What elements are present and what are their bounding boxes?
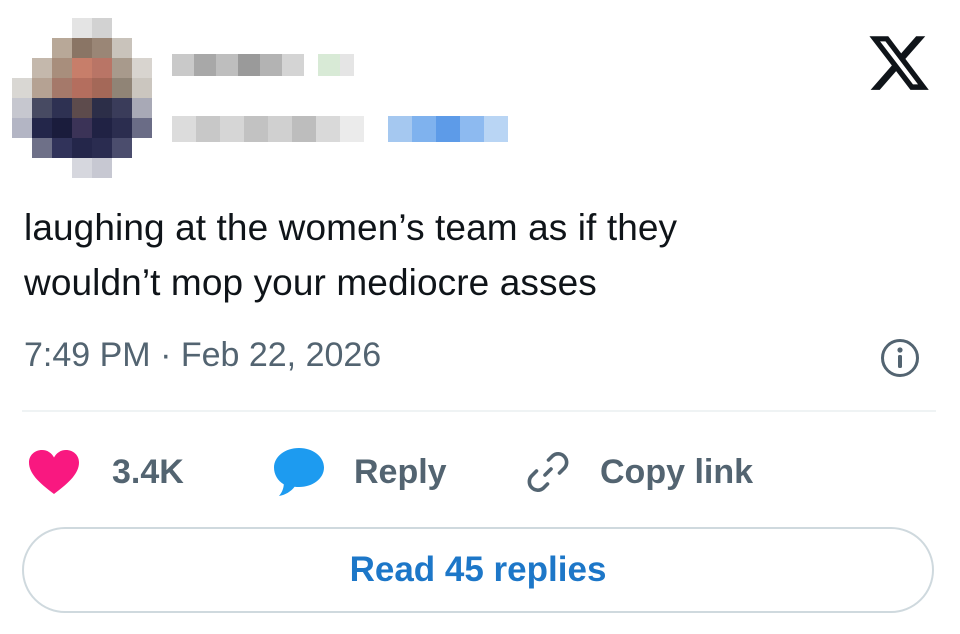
copy-link-button[interactable]: Copy link [524, 440, 753, 504]
tweet-text-line: laughing at the women’s team as if they [24, 207, 678, 248]
tweet-actions: 3.4K Reply Copy link [24, 440, 924, 504]
link-icon [527, 452, 569, 492]
x-logo-icon[interactable] [866, 30, 932, 96]
like-button[interactable]: 3.4K [28, 440, 184, 504]
reply-button[interactable]: Reply [272, 440, 447, 504]
speech-bubble-icon [274, 448, 324, 496]
read-replies-button[interactable]: Read 45 replies [22, 527, 934, 613]
tweet-text-line: wouldn’t mop your mediocre asses [24, 262, 597, 303]
copy-link-label: Copy link [600, 452, 754, 491]
read-replies-label: Read 45 replies [349, 550, 607, 589]
handle-redacted[interactable] [172, 116, 508, 142]
heart-icon [29, 450, 79, 494]
reply-label: Reply [354, 452, 447, 491]
tweet-text: laughing at the women’s team as if they … [24, 200, 924, 310]
info-icon[interactable] [879, 337, 921, 379]
like-count: 3.4K [112, 452, 184, 491]
display-name-redacted[interactable] [172, 54, 354, 76]
avatar[interactable] [12, 18, 152, 178]
divider [22, 410, 936, 412]
tweet-timestamp[interactable]: 7:49 PM · Feb 22, 2026 [24, 336, 381, 375]
embedded-tweet-card: laughing at the women’s team as if they … [0, 0, 960, 634]
